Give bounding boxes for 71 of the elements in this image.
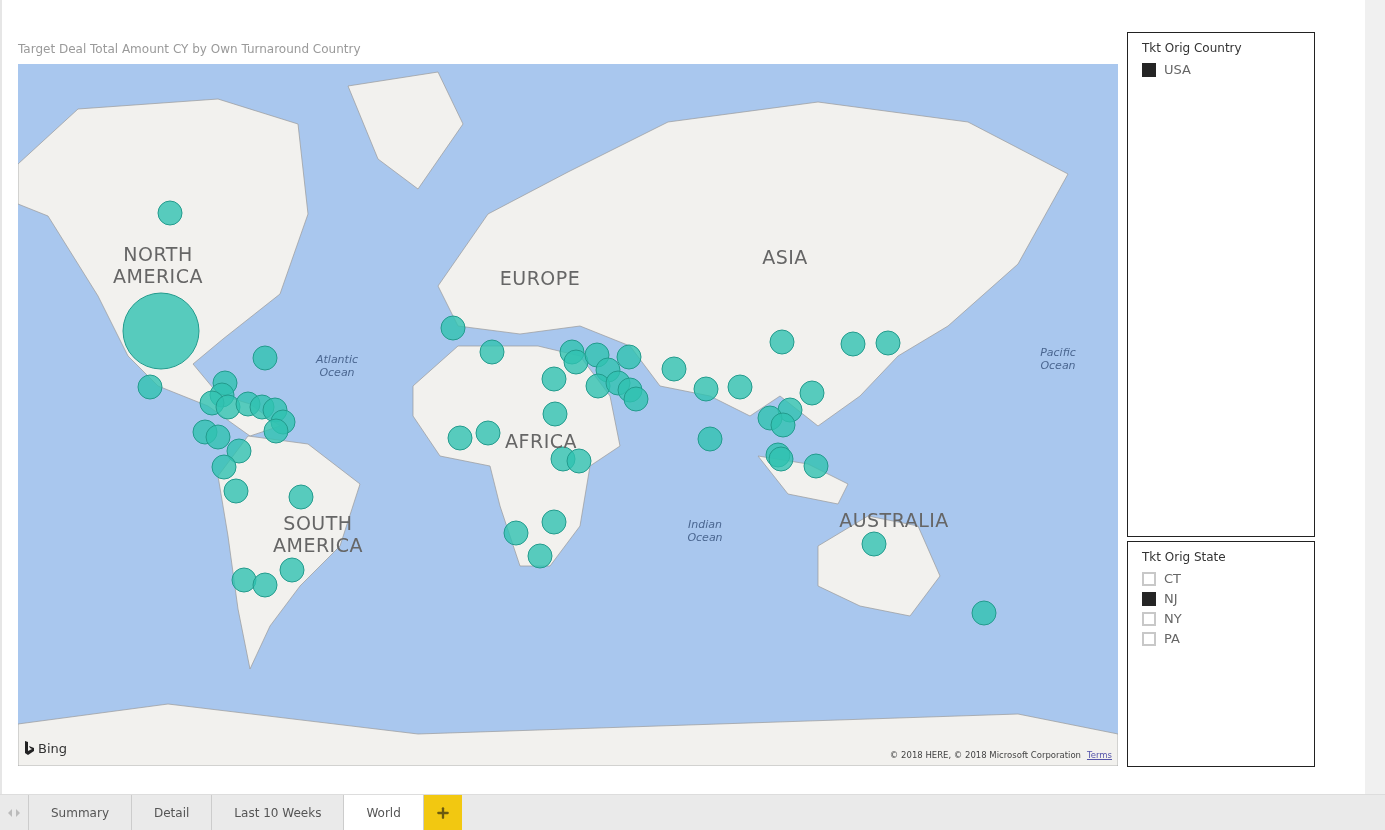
data-bubble[interactable] xyxy=(661,356,687,382)
data-bubble[interactable] xyxy=(971,600,997,626)
ocean-label: Pacific Ocean xyxy=(1039,346,1077,372)
data-bubble[interactable] xyxy=(799,380,825,406)
slicer-item-label[interactable]: NJ xyxy=(1164,591,1178,606)
data-bubble[interactable] xyxy=(231,567,257,593)
slicer-title: Tkt Orig State xyxy=(1142,550,1227,564)
slicer-item-label[interactable]: USA xyxy=(1164,62,1191,77)
data-bubble[interactable] xyxy=(623,386,649,412)
data-bubble[interactable] xyxy=(440,315,466,341)
data-bubble[interactable] xyxy=(840,331,866,357)
checkbox[interactable] xyxy=(1142,62,1156,77)
data-bubble[interactable] xyxy=(263,418,289,444)
map-attribution: © 2018 HERE, © 2018 Microsoft Corporation xyxy=(889,750,1081,760)
data-bubble[interactable] xyxy=(769,329,795,355)
data-bubble[interactable] xyxy=(223,478,249,504)
ocean-label: Indian Ocean xyxy=(686,518,724,544)
data-bubble[interactable] xyxy=(205,424,231,450)
slicer-title: Tkt Orig Country xyxy=(1142,41,1243,55)
data-bubble[interactable] xyxy=(475,420,501,446)
slicer-item-label[interactable]: PA xyxy=(1164,631,1180,646)
data-bubble[interactable] xyxy=(541,509,567,535)
data-bubble[interactable] xyxy=(542,401,568,427)
data-bubble[interactable] xyxy=(697,426,723,452)
data-bubble[interactable] xyxy=(279,557,305,583)
continent-label: NORTH AMERICA xyxy=(113,243,203,287)
ocean-label: Atlantic Ocean xyxy=(314,353,359,379)
data-bubble[interactable] xyxy=(861,531,887,557)
data-bubble[interactable] xyxy=(122,292,200,370)
continent-label: AFRICA xyxy=(504,430,578,452)
plus-icon xyxy=(434,804,451,821)
continent-label: EUROPE xyxy=(498,267,582,289)
page-tab[interactable]: Summary xyxy=(29,795,132,830)
data-bubble[interactable] xyxy=(541,366,567,392)
data-bubble[interactable] xyxy=(252,345,278,371)
data-bubble[interactable] xyxy=(288,484,314,510)
bubble-map[interactable]: NORTH AMERICA EUROPE ASIA AFRICA SOUTH AMERICA AUSTRALIA Atlantic Ocean Pacific Ocean Indian Ocean Bing © 2018 HERE, © 2018 Microsoft Corporation Terms xyxy=(18,64,1118,766)
data-bubble[interactable] xyxy=(803,453,829,479)
data-bubble[interactable] xyxy=(157,200,183,226)
data-bubble[interactable] xyxy=(585,373,611,399)
left-arrow-icon[interactable] xyxy=(8,808,13,817)
data-bubble[interactable] xyxy=(503,520,529,546)
data-bubble[interactable] xyxy=(693,376,719,402)
chart-title: Target Deal Total Amount CY by Own Turnaround Country xyxy=(18,42,362,58)
terms-link[interactable]: Terms xyxy=(1086,750,1112,760)
page-tab[interactable]: Detail xyxy=(132,795,213,830)
data-bubble[interactable] xyxy=(226,438,252,464)
slicer-item-label[interactable]: CT xyxy=(1164,571,1182,586)
bing-logo-icon xyxy=(24,741,35,756)
data-bubble[interactable] xyxy=(447,425,473,451)
data-bubble[interactable] xyxy=(727,374,753,400)
data-bubble[interactable] xyxy=(479,339,505,365)
data-bubble[interactable] xyxy=(252,572,278,598)
data-bubble[interactable] xyxy=(566,448,592,474)
right-arrow-icon[interactable] xyxy=(15,808,20,817)
data-bubble[interactable] xyxy=(215,394,241,420)
continent-label: ASIA xyxy=(761,246,809,268)
data-bubble[interactable] xyxy=(137,374,163,400)
add-page-button[interactable] xyxy=(423,795,462,830)
data-bubble[interactable] xyxy=(875,330,901,356)
continent-label: SOUTH AMERICA xyxy=(272,512,364,556)
page-tab[interactable]: World xyxy=(344,795,424,830)
data-bubble[interactable] xyxy=(563,349,589,375)
data-bubble[interactable] xyxy=(211,454,237,480)
data-bubble[interactable] xyxy=(770,412,796,438)
map-provider: Bing xyxy=(38,741,68,756)
slicer-item-label[interactable]: NY xyxy=(1164,611,1182,626)
continent-label: AUSTRALIA xyxy=(838,509,950,531)
checkbox[interactable] xyxy=(1142,591,1156,606)
data-bubble[interactable] xyxy=(527,543,553,569)
data-bubble[interactable] xyxy=(616,344,642,370)
